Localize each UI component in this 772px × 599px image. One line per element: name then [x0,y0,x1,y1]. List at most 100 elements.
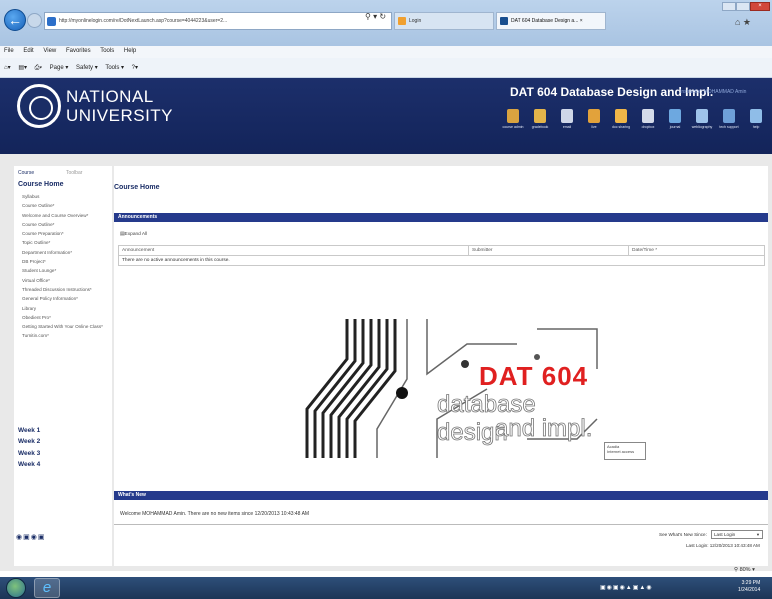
toolbar-dropbox[interactable]: dropbox [635,109,661,129]
toolbar-label: doc sharing [611,125,631,129]
sidebar-item-week-3[interactable]: Week 3 [18,450,40,457]
clock-date: 1/24/2014 [738,587,761,593]
toolbar-doc-sharing[interactable]: doc sharing [608,109,634,129]
sidebar-item-week-4[interactable]: Week 4 [18,461,40,468]
minimize-icon[interactable] [722,2,736,11]
home-favorites-icons[interactable]: ⌂ ★ [735,17,751,28]
command-bar: ⌂▾ ▤▾ ⎙▾ Page ▾ Safety ▾ Tools ▾ ?▾ [0,58,772,78]
tab-course-menu[interactable]: Course [18,170,34,176]
sidebar-item[interactable]: Course Outline* [22,222,110,228]
print-icon[interactable]: ⎙▾ [35,65,42,71]
toolbar-tech-support[interactable]: tech support [716,109,742,129]
system-clock[interactable]: 3:29 PM 1/24/2014 [738,580,760,594]
live-icon [588,109,600,123]
course-toolbar: course admin gradebook email live doc sharin… [500,109,772,145]
sidebar-item[interactable]: Library [22,306,110,312]
tech-support-icon [723,109,735,123]
tooltip-line2: Internet access [607,449,635,454]
announcements-header: Announcements [114,213,768,222]
menu-help[interactable]: Help [124,48,136,54]
toolbar-course-admin[interactable]: course admin [500,109,526,129]
instructor-name: Instructor: MOHAMMAD Amin [680,89,747,95]
email-icon [561,109,573,123]
toolbar-label: course admin [502,125,524,129]
expand-all-label: Expand All [124,232,148,237]
window-controls: × [722,2,770,12]
windows-taskbar: e ▣◉▣◉▲▣▲◉ 3:29 PM 1/24/2014 [0,577,772,599]
sidebar-item[interactable]: Topic Outline* [22,240,110,246]
brand-name-2: UNIVERSITY [66,106,174,125]
home-icon[interactable]: ⌂▾ [4,65,11,71]
menu-view[interactable]: View [43,48,56,54]
sidebar-item[interactable]: Student Lounge* [22,268,110,274]
address-url: http://myonlinelogin.com/re/DotNextLaunc… [59,18,228,24]
sidebar-item-week-1[interactable]: Week 1 [18,427,40,434]
toolbar-label: live [591,125,597,129]
start-button-icon[interactable] [6,578,26,598]
sidebar-item[interactable]: Course Preparation* [22,231,110,237]
sidebar-item-course-home[interactable]: Course Home [18,181,64,188]
toolbar-gradebook[interactable]: gradebook [527,109,553,129]
sidebar-item-week-2[interactable]: Week 2 [18,438,40,445]
main-panel: Course Home Announcements ▤Expand All An… [114,166,768,566]
tab-toolbar[interactable]: Toolbar [66,170,82,176]
toolbar-journal[interactable]: journal [662,109,688,129]
menu-file[interactable]: File [4,48,14,54]
toolbar-email[interactable]: email [554,109,580,129]
sidebar-item[interactable]: Course Outline* [22,203,110,209]
col-announcement[interactable]: Announcement [118,245,469,256]
tab-login[interactable]: Login [394,12,494,30]
search-refresh-controls[interactable]: ⚲ ▾ ↻ [365,12,386,21]
sidebar-item[interactable]: DB Project* [22,259,110,265]
sidebar-item[interactable]: Threaded Discussion Instructions* [22,287,110,293]
toolbar-live[interactable]: live [581,109,607,129]
cmd-tools[interactable]: Tools ▾ [105,65,124,71]
page-title: Course Home [114,184,160,191]
tab-course[interactable]: DAT 604 Database Design a... × [496,12,606,30]
cmd-page[interactable]: Page ▾ [50,65,69,71]
webliography-icon [696,109,708,123]
close-icon[interactable]: × [750,2,770,11]
cmd-help[interactable]: ?▾ [132,65,138,71]
browser-titlebar: ← http://myonlinelogin.com/re/DotNextLau… [0,0,772,46]
internet-explorer-icon[interactable]: e [34,578,60,598]
sidebar-item[interactable]: Getting Started With Your Online Class* [22,324,110,330]
toolbar-label: journal [669,125,681,129]
table-header-row: Announcement Submitter Date/Time * [118,245,765,256]
brand-name: NATIONAL [66,87,154,106]
toolbar-webliography[interactable]: webliography [689,109,715,129]
accessibility-icons[interactable]: ◉▣◉▣ [16,533,45,541]
sidebar-item[interactable]: Virtual Office* [22,278,110,284]
see-new-since-label: See What's New Since: [659,532,707,537]
sidebar-item[interactable]: Welcome and Course Overview* [22,213,110,219]
sidebar-item[interactable]: Department Information* [22,250,110,256]
forward-arrow-icon[interactable] [27,13,42,28]
address-bar[interactable]: http://myonlinelogin.com/re/DotNextLaunc… [44,12,392,30]
back-arrow-icon[interactable]: ← [4,9,26,31]
expand-all-link[interactable]: ▤Expand All [120,232,147,237]
sidebar-item[interactable]: Syllabus [22,194,110,200]
menu-tools[interactable]: Tools [100,48,114,54]
sidebar-item[interactable]: Obedient Pro* [22,315,110,321]
toolbar-label: gradebook [531,125,549,129]
doc-sharing-icon [615,109,627,123]
toolbar-help[interactable]: help [743,109,769,129]
since-dropdown[interactable]: Last Login [711,530,763,539]
cmd-safety[interactable]: Safety ▾ [76,65,98,71]
feeds-icon[interactable]: ▤▾ [18,65,27,71]
sidebar-item[interactable]: General Policy Information* [22,296,110,302]
maximize-icon[interactable] [736,2,750,11]
zoom-level[interactable]: ⚲ 80% ▾ [734,567,755,573]
sidebar-item[interactable]: Turnitin.com* [22,333,110,339]
sidebar-week-list: Week 1 Week 2 Week 3 Week 4 [18,427,40,472]
system-tray-icons[interactable]: ▣◉▣◉▲▣▲◉ [600,584,653,591]
col-submitter[interactable]: Submitter [468,245,629,256]
col-datetime[interactable]: Date/Time * [628,245,765,256]
menu-favorites[interactable]: Favorites [66,48,91,54]
toolbar-label: webliography [691,125,713,129]
site-header: NATIONAL UNIVERSITY DAT 604 Database Des… [0,78,772,154]
menu-edit[interactable]: Edit [23,48,33,54]
divider [114,524,768,525]
no-announcements-text: There are no active announcements in thi… [118,255,765,266]
last-login-text: Last Login: 12/20/2013 10:43:48 AM [686,543,760,548]
